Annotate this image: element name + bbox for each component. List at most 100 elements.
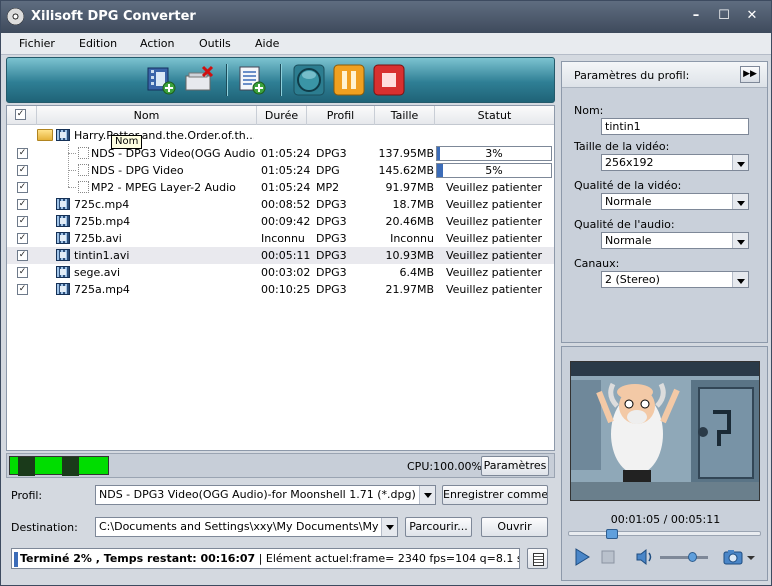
row-status: Veuillez patienter — [445, 181, 543, 194]
browse-button[interactable]: Parcourir... — [405, 517, 472, 537]
video-quality-value: Normale — [605, 195, 652, 208]
row-checkbox[interactable]: ✓ — [17, 233, 28, 244]
menu-aide[interactable]: Aide — [255, 37, 279, 50]
row-name: 725c.mp4 — [74, 198, 130, 211]
menu-edition[interactable]: Edition — [79, 37, 117, 50]
list-item-folder[interactable]: Harry.Potter.and.the.Order.of.th... — [7, 127, 554, 144]
expand-panel-button[interactable]: ▶▶ — [740, 66, 760, 83]
row-size: 137.95MB — [378, 147, 434, 160]
volume-icon[interactable] — [634, 547, 656, 567]
video-preview[interactable] — [570, 361, 760, 501]
save-as-button[interactable]: Enregistrer comme... — [442, 485, 548, 505]
column-tooltip: Nom — [111, 135, 143, 149]
profile-select[interactable]: NDS - DPG3 Video(OGG Audio)-for Moonshel… — [95, 485, 436, 505]
row-profile: DPG3 — [316, 232, 347, 245]
status-current-element: | Elément actuel:frame= 2340 fps=104 q=8… — [258, 552, 519, 565]
row-profile: MP2 — [316, 181, 340, 194]
table-row[interactable]: ✓ 725c.mp4 00:08:52 DPG3 18.7MB Veuillez… — [7, 196, 554, 213]
column-duration[interactable]: Durée — [257, 106, 307, 125]
seek-thumb[interactable] — [606, 529, 618, 539]
chevron-down-icon[interactable] — [732, 272, 748, 287]
pause-button[interactable] — [333, 64, 365, 96]
profile-settings-panel: Paramètres du profil: ▶▶ Nom: tintin1 Ta… — [561, 61, 768, 343]
menu-fichier[interactable]: Fichier — [19, 37, 55, 50]
destination-select[interactable]: C:\Documents and Settings\xxy\My Documen… — [95, 517, 398, 537]
chevron-down-icon[interactable] — [732, 233, 748, 248]
row-checkbox[interactable]: ✓ — [17, 165, 28, 176]
profile-label: Profil: — [11, 489, 43, 502]
chevron-down-icon[interactable] — [419, 486, 435, 504]
row-checkbox[interactable]: ✓ — [17, 182, 28, 193]
open-button[interactable]: Ouvrir — [481, 517, 548, 537]
add-file-button[interactable] — [145, 64, 177, 96]
status-progress-mark — [14, 551, 18, 567]
row-duration: Inconnu — [261, 232, 305, 245]
row-profile: DPG3 — [316, 215, 347, 228]
stop-button[interactable] — [373, 64, 405, 96]
convert-button[interactable] — [293, 64, 325, 96]
add-profile-button[interactable] — [235, 64, 267, 96]
audio-quality-select[interactable]: Normale — [601, 232, 749, 249]
minimize-button[interactable]: – — [687, 8, 705, 24]
table-row-selected[interactable]: ✓ tintin1.avi 00:05:11 DPG3 10.93MB Veui… — [7, 247, 554, 264]
row-checkbox[interactable]: ✓ — [17, 250, 28, 261]
row-size: 145.62MB — [378, 164, 434, 177]
log-button[interactable] — [527, 548, 548, 569]
camera-icon[interactable] — [722, 548, 756, 566]
play-icon[interactable] — [572, 547, 592, 567]
channels-select[interactable]: 2 (Stereo) — [601, 271, 749, 288]
destination-label: Destination: — [11, 521, 78, 534]
column-name[interactable]: Nom — [37, 106, 257, 125]
file-list[interactable]: ✓ Nom Durée Profil Taille Statut Harry.P… — [6, 105, 555, 451]
table-row[interactable]: ✓ 725b.mp4 00:09:42 DPG3 20.46MB Veuille… — [7, 213, 554, 230]
column-profile[interactable]: Profil — [307, 106, 375, 125]
name-label: Nom: — [574, 104, 604, 117]
row-checkbox[interactable]: ✓ — [17, 267, 28, 278]
table-row[interactable]: ✓ 725a.mp4 00:10:25 DPG3 21.97MB Veuille… — [7, 281, 554, 298]
settings-button[interactable]: Paramètres — [481, 456, 549, 476]
seek-bar[interactable] — [568, 531, 761, 536]
select-all-column[interactable]: ✓ — [7, 106, 37, 125]
film-icon — [56, 249, 70, 261]
row-status: 3% — [485, 147, 503, 160]
maximize-button[interactable]: ☐ — [715, 8, 733, 24]
chevron-down-icon[interactable] — [732, 155, 748, 170]
row-checkbox[interactable]: ✓ — [17, 148, 28, 159]
video-size-select[interactable]: 256x192 — [601, 154, 749, 171]
table-row[interactable]: ✓ NDS - DPG Video 01:05:24 DPG 145.62MB … — [7, 162, 554, 179]
tree-line — [68, 187, 76, 188]
chevron-down-icon[interactable] — [732, 194, 748, 209]
video-quality-select[interactable]: Normale — [601, 193, 749, 210]
table-row[interactable]: ✓ 725b.avi Inconnu DPG3 Inconnu Veuillez… — [7, 230, 554, 247]
film-icon — [56, 266, 70, 278]
table-row[interactable]: ✓ NDS - DPG3 Video(OGG Audio)-... 01:05:… — [7, 145, 554, 162]
row-size: Inconnu — [390, 232, 434, 245]
table-row[interactable]: ✓ MP2 - MPEG Layer-2 Audio 01:05:24 MP2 … — [7, 179, 554, 196]
table-row[interactable]: ✓ sege.avi 00:03:02 DPG3 6.4MB Veuillez … — [7, 264, 554, 281]
name-input[interactable]: tintin1 — [601, 118, 749, 135]
column-size[interactable]: Taille — [375, 106, 435, 125]
toolbar-separator — [280, 64, 282, 96]
select-all-checkbox[interactable]: ✓ — [15, 109, 26, 120]
volume-thumb[interactable] — [688, 552, 697, 562]
row-profile: DPG — [316, 164, 340, 177]
row-checkbox[interactable]: ✓ — [17, 199, 28, 210]
column-status[interactable]: Statut — [435, 106, 554, 125]
row-duration: 00:08:52 — [261, 198, 311, 211]
stream-icon — [78, 147, 89, 159]
film-icon — [56, 129, 70, 141]
channels-label: Canaux: — [574, 257, 620, 270]
row-checkbox[interactable]: ✓ — [17, 216, 28, 227]
row-status: Veuillez patienter — [445, 283, 543, 296]
close-button[interactable]: ✕ — [743, 8, 761, 24]
stop-icon[interactable] — [600, 549, 616, 565]
remove-file-button[interactable] — [183, 64, 215, 96]
stream-icon — [78, 164, 89, 176]
volume-slider[interactable] — [660, 556, 708, 559]
title-bar[interactable]: Xilisoft DPG Converter – ☐ ✕ — [1, 1, 771, 33]
menu-action[interactable]: Action — [140, 37, 174, 50]
chevron-down-icon[interactable] — [381, 518, 397, 536]
menu-outils[interactable]: Outils — [199, 37, 231, 50]
row-checkbox[interactable]: ✓ — [17, 284, 28, 295]
video-size-value: 256x192 — [605, 156, 654, 169]
